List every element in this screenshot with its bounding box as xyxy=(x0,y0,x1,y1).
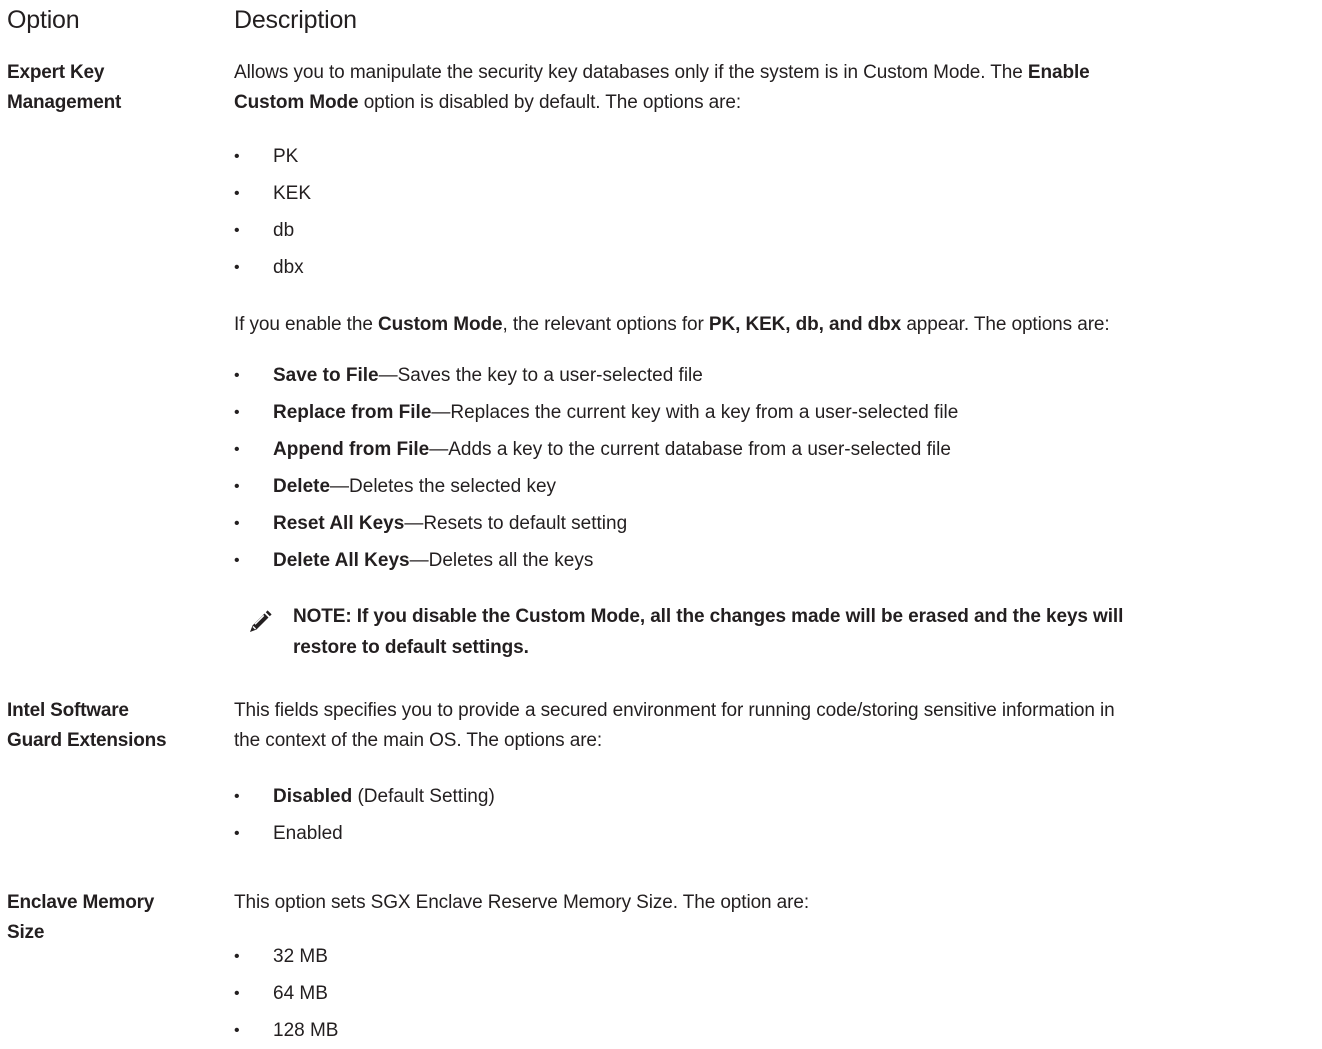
item-text: PK xyxy=(273,146,299,167)
bullet-icon: • xyxy=(234,478,240,495)
action-name: Replace from File xyxy=(273,402,432,423)
item-text: db xyxy=(273,220,295,241)
term-line: Intel Software xyxy=(7,700,129,721)
item-text: KEK xyxy=(273,183,312,204)
action-name: Reset All Keys xyxy=(273,513,405,534)
description-line: the context of the main OS. The options … xyxy=(234,730,603,751)
action-text: —Replaces the current key with a key fro… xyxy=(431,402,959,423)
bullet-icon: • xyxy=(234,367,240,384)
column-header-description: Description xyxy=(234,6,357,34)
description-line: This option sets SGX Enclave Reserve Mem… xyxy=(234,892,810,913)
action-name: Delete All Keys xyxy=(273,550,410,571)
list-item: • Disabled (Default Setting) xyxy=(234,778,495,815)
note-box: NOTE: If you disable the Custom Mode, al… xyxy=(234,601,1314,661)
bullet-icon: • xyxy=(234,441,240,458)
option-name: Disabled xyxy=(273,786,353,807)
list-item: • Reset All Keys—Resets to default settin… xyxy=(234,505,958,542)
bullet-icon: • xyxy=(234,825,240,842)
action-text: —Saves the key to a user-selected file xyxy=(378,365,703,386)
column-header-option: Option xyxy=(7,6,80,34)
term-line: Guard Extensions xyxy=(7,730,167,751)
option-description: This fields specifies you to provide a s… xyxy=(234,696,1314,756)
term-line: Enclave Memory xyxy=(7,892,155,913)
text-run: option is disabled by default. The optio… xyxy=(358,92,742,113)
action-text: —Deletes all the keys xyxy=(409,550,594,571)
note-line: restore to default settings. xyxy=(293,637,529,658)
list-item: • KEK xyxy=(234,175,311,212)
option-text: Enabled xyxy=(273,823,343,844)
pencil-icon xyxy=(248,610,272,634)
bullet-icon: • xyxy=(234,222,240,239)
custom-mode-actions-list: • Save to File—Saves the key to a user-se… xyxy=(234,357,958,579)
bullet-icon: • xyxy=(234,259,240,276)
list-item: • Append from File—Adds a key to the curr… xyxy=(234,431,958,468)
item-text: dbx xyxy=(273,257,304,278)
list-item: • db xyxy=(234,212,311,249)
enclave-size-list: • 32 MB • 64 MB • 128 MB xyxy=(234,938,338,1049)
key-database-list: • PK • KEK • db • dbx xyxy=(234,138,311,286)
text-run: appear. The options are: xyxy=(901,314,1110,335)
bold-run: Custom Mode xyxy=(234,92,359,113)
action-name: Save to File xyxy=(273,365,379,386)
list-item: • Replace from File—Replaces the current … xyxy=(234,394,958,431)
text-run: If you enable the xyxy=(234,314,378,335)
option-text: (Default Setting) xyxy=(352,786,495,807)
term-line: Size xyxy=(7,922,45,943)
item-text: 64 MB xyxy=(273,983,328,1004)
action-name: Delete xyxy=(273,476,331,497)
list-item: • 64 MB xyxy=(234,975,338,1012)
bullet-icon: • xyxy=(234,985,240,1002)
list-item: • 128 MB xyxy=(234,1012,338,1049)
description-paragraph: Allows you to manipulate the security ke… xyxy=(234,58,1314,118)
bullet-icon: • xyxy=(234,515,240,532)
action-text: —Adds a key to the current database from… xyxy=(429,439,951,460)
bold-run: PK, KEK, db, and dbx xyxy=(708,314,902,335)
list-item: • Delete All Keys—Deletes all the keys xyxy=(234,542,958,579)
description-paragraph: If you enable the Custom Mode, the relev… xyxy=(234,310,1314,340)
description-line: This fields specifies you to provide a s… xyxy=(234,700,1115,721)
item-text: 32 MB xyxy=(273,946,328,967)
bold-run: Enable xyxy=(1027,62,1090,83)
bullet-icon: • xyxy=(234,148,240,165)
action-text: —Resets to default setting xyxy=(404,513,628,534)
list-item: • Save to File—Saves the key to a user-se… xyxy=(234,357,958,394)
bullet-icon: • xyxy=(234,552,240,569)
item-text: 128 MB xyxy=(273,1020,339,1041)
action-name: Append from File xyxy=(273,439,430,460)
option-description: Allows you to manipulate the security ke… xyxy=(234,58,1314,118)
bullet-icon: • xyxy=(234,1022,240,1039)
term-line: Expert Key xyxy=(7,62,105,83)
list-item: • Enabled xyxy=(234,815,495,852)
list-item: • dbx xyxy=(234,249,311,286)
bullet-icon: • xyxy=(234,404,240,421)
term-line: Management xyxy=(7,92,122,113)
text-run: , the relevant options for xyxy=(502,314,709,335)
text-run: Allows you to manipulate the security ke… xyxy=(234,62,1028,83)
bullet-icon: • xyxy=(234,788,240,805)
option-description: This option sets SGX Enclave Reserve Mem… xyxy=(234,888,1314,918)
list-item: • 32 MB xyxy=(234,938,338,975)
list-item: • PK xyxy=(234,138,311,175)
bold-run: Custom Mode xyxy=(377,314,503,335)
option-term: Intel Software Guard Extensions xyxy=(7,696,222,756)
list-item: • Delete—Deletes the selected key xyxy=(234,468,958,505)
sgx-options-list: • Disabled (Default Setting) • Enabled xyxy=(234,778,495,852)
option-term: Expert Key Management xyxy=(7,58,222,118)
action-text: —Deletes the selected key xyxy=(330,476,557,497)
note-text: NOTE: If you disable the Custom Mode, al… xyxy=(293,601,1303,663)
bullet-icon: • xyxy=(234,185,240,202)
option-term: Enclave Memory Size xyxy=(7,888,222,948)
note-line: NOTE: If you disable the Custom Mode, al… xyxy=(293,606,1124,627)
bullet-icon: • xyxy=(234,948,240,965)
